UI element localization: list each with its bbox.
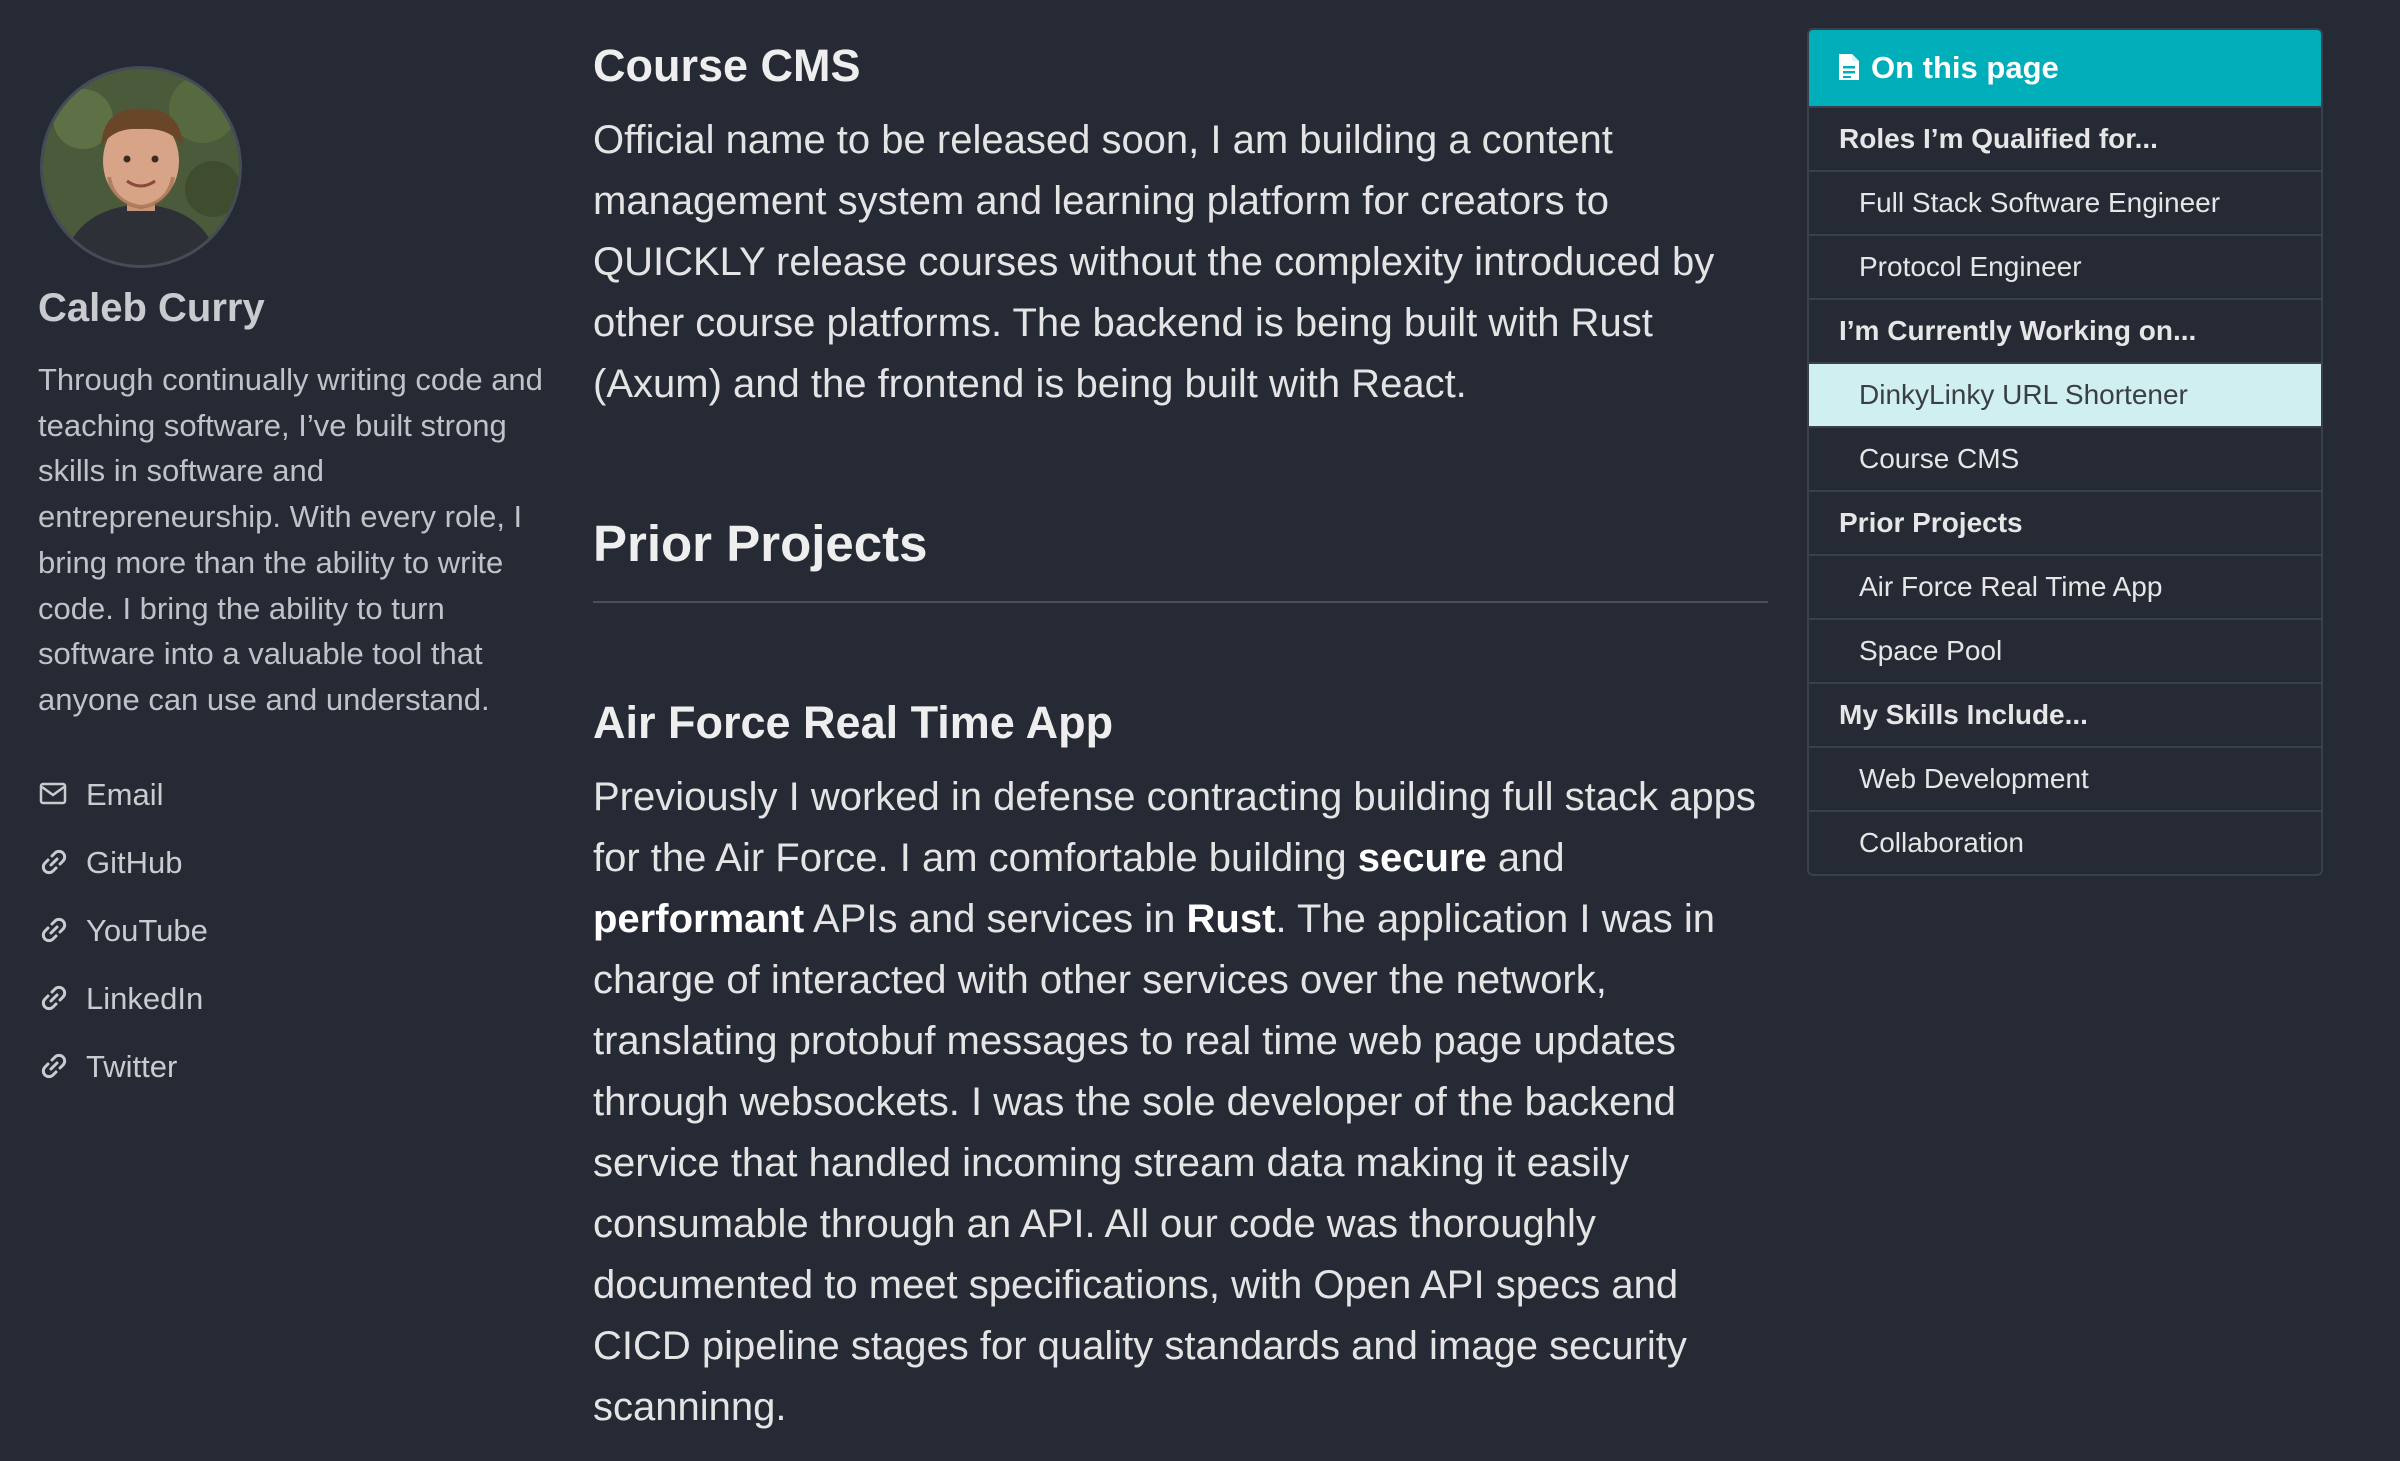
- link-icon: [38, 982, 72, 1016]
- toc-item-collaboration[interactable]: Collaboration: [1809, 810, 2321, 874]
- social-links: Email GitHub YouTube LinkedIn Twitter: [38, 761, 558, 1101]
- avatar-photo: [43, 69, 239, 265]
- prior-projects-heading: Prior Projects: [593, 515, 928, 572]
- toc-header: On this page: [1809, 30, 2321, 106]
- twitter-link[interactable]: Twitter: [38, 1033, 558, 1101]
- github-link[interactable]: GitHub: [38, 829, 558, 897]
- toc-item-dinkylinky[interactable]: DinkyLinky URL Shortener: [1809, 362, 2321, 426]
- author-name: Caleb Curry: [38, 286, 265, 330]
- email-link[interactable]: Email: [38, 761, 558, 829]
- toc-item-roles[interactable]: Roles I’m Qualified for...: [1809, 106, 2321, 170]
- main-content: Course CMS Official name to be released …: [593, 36, 1768, 1438]
- course-cms-paragraph: Official name to be released soon, I am …: [593, 118, 1715, 406]
- emphasis-performant: performant: [593, 897, 805, 941]
- toc-item-protocol-engineer[interactable]: Protocol Engineer: [1809, 234, 2321, 298]
- emphasis-secure: secure: [1357, 836, 1487, 880]
- toc-item-space-pool[interactable]: Space Pool: [1809, 618, 2321, 682]
- twitter-link-label: Twitter: [86, 1048, 178, 1084]
- course-cms-heading: Course CMS: [593, 40, 861, 91]
- github-link-label: GitHub: [86, 844, 183, 880]
- toc-item-currently-working[interactable]: I’m Currently Working on...: [1809, 298, 2321, 362]
- toc-item-full-stack[interactable]: Full Stack Software Engineer: [1809, 170, 2321, 234]
- author-bio: Through continually writing code and tea…: [38, 362, 543, 717]
- air-force-paragraph: Previously I worked in defense contracti…: [593, 775, 1756, 1429]
- toc-item-course-cms[interactable]: Course CMS: [1809, 426, 2321, 490]
- toc-item-web-development[interactable]: Web Development: [1809, 746, 2321, 810]
- toc-item-skills[interactable]: My Skills Include...: [1809, 682, 2321, 746]
- toc-title: On this page: [1871, 50, 2059, 85]
- emphasis-rust: Rust: [1186, 897, 1276, 941]
- table-of-contents: On this page Roles I’m Qualified for... …: [1807, 28, 2323, 876]
- youtube-link[interactable]: YouTube: [38, 897, 558, 965]
- envelope-icon: [38, 778, 72, 812]
- avatar: [40, 66, 242, 268]
- email-link-label: Email: [86, 776, 164, 812]
- toc-item-prior-projects[interactable]: Prior Projects: [1809, 490, 2321, 554]
- link-icon: [38, 914, 72, 948]
- toc-item-air-force[interactable]: Air Force Real Time App: [1809, 554, 2321, 618]
- linkedin-link[interactable]: LinkedIn: [38, 965, 558, 1033]
- air-force-heading: Air Force Real Time App: [593, 697, 1114, 748]
- author-sidebar: Caleb Curry Through continually writing …: [38, 66, 558, 1101]
- file-icon: [1837, 52, 1863, 84]
- section-divider: [593, 601, 1768, 603]
- youtube-link-label: YouTube: [86, 912, 208, 948]
- link-icon: [38, 1050, 72, 1084]
- link-icon: [38, 846, 72, 880]
- linkedin-link-label: LinkedIn: [86, 980, 204, 1016]
